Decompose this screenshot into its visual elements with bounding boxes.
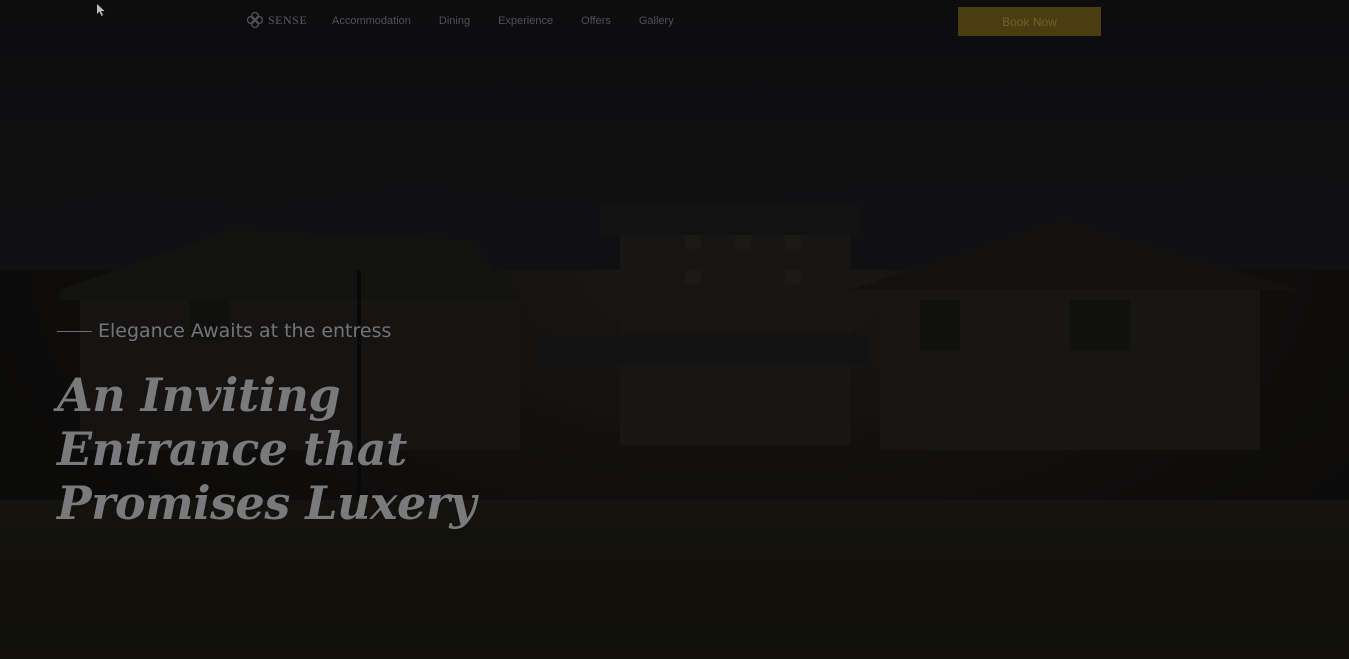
- eyebrow-divider: [57, 330, 92, 332]
- top-navbar: SENSE Accommodation Dining Experience Of…: [0, 0, 1349, 44]
- nav-links: Accommodation Dining Experience Offers G…: [332, 15, 702, 27]
- hero-eyebrow: Elegance Awaits at the entress: [57, 320, 391, 342]
- nav-link-accommodation[interactable]: Accommodation: [332, 15, 411, 27]
- logo-wordmark: SENSE: [268, 13, 308, 27]
- hero-section: SENSE Accommodation Dining Experience Of…: [0, 0, 1349, 659]
- hero-headline: An Inviting Entrance that Promises Luxer…: [57, 368, 476, 530]
- nav-link-offers[interactable]: Offers: [581, 15, 611, 27]
- book-now-button[interactable]: Book Now: [958, 7, 1101, 36]
- mouse-cursor-icon: [97, 4, 105, 16]
- nav-link-experience[interactable]: Experience: [498, 15, 553, 27]
- logo-mark-icon: [246, 11, 264, 29]
- nav-link-dining[interactable]: Dining: [439, 15, 470, 27]
- site-logo[interactable]: SENSE: [246, 11, 307, 29]
- nav-link-gallery[interactable]: Gallery: [639, 15, 674, 27]
- hero-eyebrow-text: Elegance Awaits at the entress: [98, 320, 392, 342]
